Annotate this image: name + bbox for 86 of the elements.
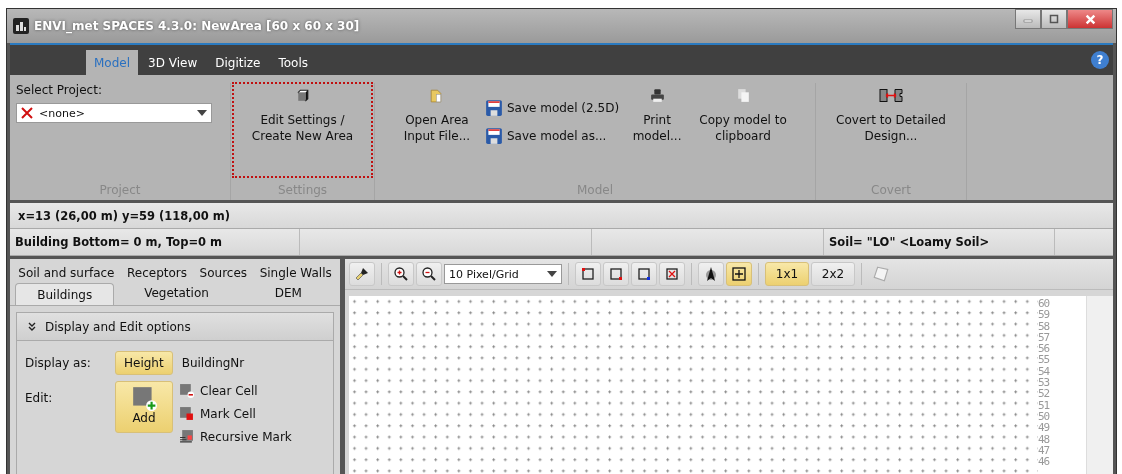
display-option[interactable]: BuildingNr bbox=[172, 351, 254, 375]
cell-size-button[interactable]: 2x2 bbox=[811, 262, 855, 286]
close-button[interactable] bbox=[1067, 9, 1113, 29]
zoom-dropdown[interactable]: 10 Pixel/Grid bbox=[444, 264, 562, 284]
zoom-out-icon bbox=[421, 266, 437, 282]
window-title: ENVI_met SPACES 4.3.0: NewArea [60 x 60 x 30] bbox=[34, 19, 361, 33]
grid-toggle-button[interactable] bbox=[726, 262, 752, 286]
north-arrow-icon bbox=[703, 266, 719, 282]
row-number: 49 bbox=[1038, 422, 1051, 434]
row-number: 55 bbox=[1038, 354, 1051, 366]
convert-button[interactable]: Covert to Detailed Design... bbox=[821, 83, 961, 149]
crossed-square-icon bbox=[664, 266, 680, 282]
row-number: 46 bbox=[1038, 456, 1051, 468]
row-number: 48 bbox=[1038, 433, 1051, 445]
panel-tab[interactable]: Receptors bbox=[123, 263, 192, 283]
edit-tool[interactable]: Recursive Mark bbox=[179, 429, 292, 444]
zoom-in-button[interactable] bbox=[388, 262, 414, 286]
copy-button[interactable]: Copy model to clipboard bbox=[693, 83, 794, 149]
row-number: 47 bbox=[1038, 444, 1051, 457]
printer-icon bbox=[648, 87, 666, 104]
close-icon bbox=[1084, 13, 1096, 25]
display-label: Display as: bbox=[25, 356, 92, 370]
clear-selection-button[interactable] bbox=[659, 262, 685, 286]
row-number: 52 bbox=[1038, 388, 1051, 400]
panel-tab[interactable]: Vegetation bbox=[114, 283, 239, 303]
project-dropdown[interactable]: <none> bbox=[16, 103, 212, 123]
soil-text: Soil= "LO" <Loamy Soil> bbox=[829, 235, 990, 249]
ribbon-tab[interactable]: 3D View bbox=[140, 50, 206, 75]
row-number: 56 bbox=[1038, 343, 1051, 355]
open-file-button[interactable]: Open Area Input File... bbox=[396, 83, 477, 149]
panel-tab[interactable]: Sources bbox=[195, 263, 252, 283]
coordinates-text: x=13 (26,00 m) y=59 (118,00 m) bbox=[18, 208, 230, 223]
panel-tab[interactable]: Buildings bbox=[15, 283, 115, 305]
cross-icon bbox=[21, 107, 33, 119]
corner-top-left-button[interactable] bbox=[575, 262, 601, 286]
dropdown-arrow-icon bbox=[547, 271, 557, 277]
row-number: 59 bbox=[1038, 309, 1051, 321]
maximize-icon bbox=[1049, 14, 1059, 24]
help-button[interactable]: ? bbox=[1091, 51, 1109, 69]
zoom-in-icon bbox=[393, 266, 409, 282]
panel-tab[interactable]: DEM bbox=[238, 283, 338, 303]
display-option[interactable]: Height bbox=[115, 351, 173, 375]
brush-icon bbox=[354, 266, 370, 282]
corner-bottom-right-button[interactable] bbox=[603, 262, 629, 286]
row-number: 54 bbox=[1038, 365, 1051, 378]
square-icon bbox=[636, 266, 652, 282]
cell-size-button[interactable]: 1x1 bbox=[765, 262, 809, 286]
row-number: 58 bbox=[1038, 320, 1051, 332]
corner-marker-button[interactable] bbox=[631, 262, 657, 286]
grid-icon bbox=[731, 266, 747, 282]
maximize-button[interactable] bbox=[1041, 9, 1067, 29]
cell-icon bbox=[179, 383, 194, 398]
cell-icon bbox=[179, 429, 194, 444]
save-button[interactable]: Save model (2.5D) bbox=[482, 97, 622, 119]
edit-label: Edit: bbox=[25, 390, 54, 405]
brush-button[interactable] bbox=[349, 262, 375, 286]
save-as-button[interactable]: Save model as... bbox=[482, 125, 622, 147]
scroll-bar[interactable] bbox=[1086, 296, 1113, 474]
edit-tool[interactable]: Clear Cell bbox=[179, 383, 292, 398]
convert-arrows-icon bbox=[878, 87, 904, 104]
row-number: 57 bbox=[1038, 331, 1051, 344]
row-number: 50 bbox=[1038, 410, 1051, 423]
print-button[interactable]: Print model... bbox=[627, 83, 688, 149]
panel-tab[interactable]: Soil and surface bbox=[14, 263, 119, 283]
square-icon bbox=[580, 266, 596, 282]
edit-settings-button[interactable]: Edit Settings / Create New Area bbox=[233, 83, 372, 177]
section-header[interactable]: Display and Edit options bbox=[17, 313, 333, 341]
cell-icon bbox=[179, 406, 194, 421]
minimize-button[interactable] bbox=[1015, 9, 1041, 29]
eraser-icon bbox=[872, 265, 890, 283]
building-height-text: Building Bottom= 0 m, Top=0 m bbox=[15, 235, 223, 249]
panel-tab[interactable]: Single Walls bbox=[255, 263, 336, 283]
zoom-out-button[interactable] bbox=[416, 262, 442, 286]
ribbon-tab[interactable]: Tools bbox=[270, 50, 316, 75]
row-number: 51 bbox=[1038, 399, 1051, 411]
add-button[interactable]: Add bbox=[115, 381, 173, 433]
row-number: 53 bbox=[1038, 377, 1051, 389]
row-number: 60 bbox=[1038, 298, 1051, 310]
edit-tool[interactable]: Mark Cell bbox=[179, 406, 292, 421]
add-cell-icon bbox=[131, 385, 157, 411]
north-arrow-button[interactable] bbox=[698, 262, 724, 286]
square-icon bbox=[608, 266, 624, 282]
ribbon-tab[interactable]: Digitize bbox=[207, 50, 269, 75]
dropdown-arrow-icon bbox=[197, 110, 207, 116]
app-icon bbox=[13, 18, 29, 34]
project-label: Select Project: bbox=[16, 83, 103, 97]
